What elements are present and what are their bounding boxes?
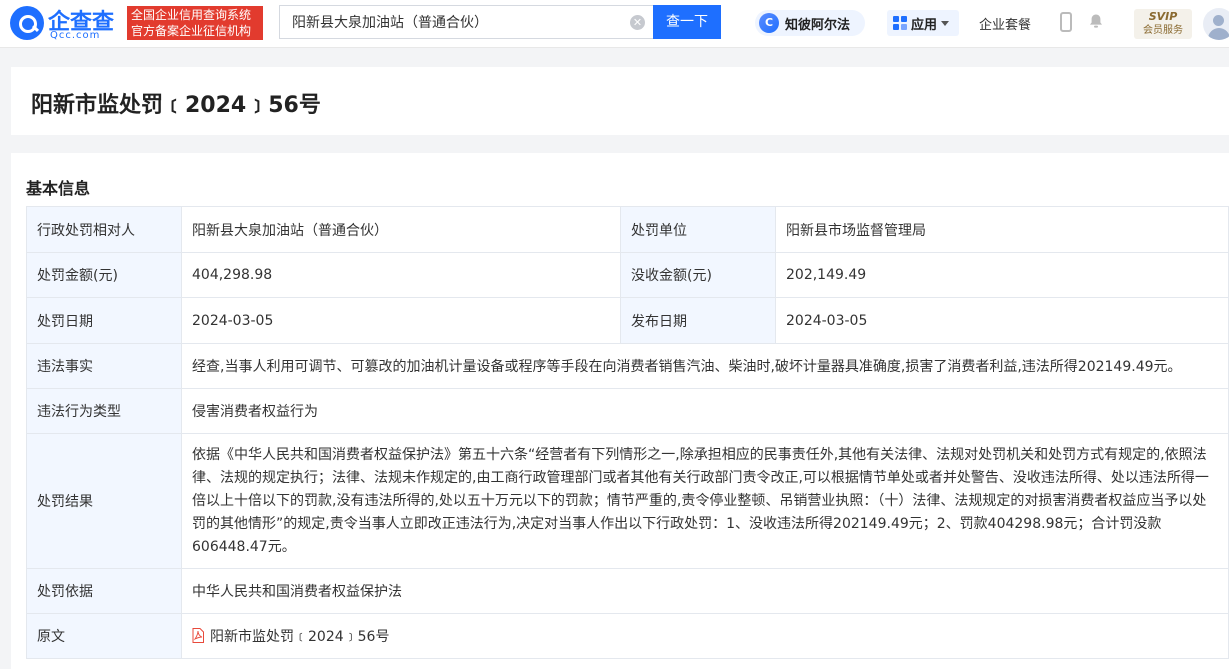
section-title: 基本信息 (26, 179, 91, 198)
enterprise-package-link[interactable]: 企业套餐 (979, 14, 1031, 33)
unit-label: 处罚单位 (620, 206, 776, 253)
apps-label: 应用 (911, 17, 938, 33)
type-label: 违法行为类型 (26, 388, 182, 434)
table-row: 处罚依据 中华人民共和国消费者权益保护法 (26, 568, 1229, 614)
result-label: 处罚结果 (26, 433, 182, 569)
original-label: 原文 (26, 613, 182, 659)
slogan-line-2: 官方备案企业征信机构 (131, 24, 252, 38)
svip-button[interactable]: SVIP 会员服务 (1134, 9, 1192, 39)
svip-label: SVIP (1148, 10, 1178, 23)
date-label: 处罚日期 (26, 297, 182, 344)
confiscate-value: 202,149.49 (775, 252, 1229, 298)
grid-icon (893, 16, 907, 30)
top-header: 企查查 Qcc.com 全国企业信用查询系统 官方备案企业征信机构 ✕ 查一下 … (0, 0, 1229, 48)
zhibi-label: 知彼阿尔法 (785, 17, 851, 33)
phone-icon[interactable] (1060, 12, 1072, 32)
publish-value: 2024-03-05 (775, 297, 1229, 344)
facts-label: 违法事实 (26, 343, 182, 389)
table-row: 违法事实 经查,当事人利用可调节、可篡改的加油机计量设备或程序等手段在向消费者销… (26, 343, 1229, 389)
basic-info-table: 行政处罚相对人 阳新县大泉加油站（普通合伙） 处罚单位 阳新县市场监督管理局 处… (26, 206, 1229, 659)
slogan-line-1: 全国企业信用查询系统 (131, 8, 252, 22)
search-input[interactable] (280, 6, 620, 38)
original-document-label: 阳新市监处罚﹝2024﹞56号 (210, 629, 390, 645)
logo-magnifier-icon (10, 6, 44, 40)
table-row: 处罚金额(元) 404,298.98 没收金额(元) 202,149.49 (26, 252, 1229, 298)
publish-label: 发布日期 (620, 297, 776, 344)
qcc-logo[interactable]: 企查查 Qcc.com (10, 6, 126, 42)
fine-label: 处罚金额(元) (26, 252, 182, 298)
logo-domain: Qcc.com (50, 30, 101, 41)
basis-label: 处罚依据 (26, 568, 182, 614)
vip-service-label: 会员服务 (1143, 25, 1183, 36)
search-button[interactable]: 查一下 (653, 5, 721, 39)
unit-value: 阳新县市场监督管理局 (775, 206, 1229, 253)
table-row: 处罚日期 2024-03-05 发布日期 2024-03-05 (26, 297, 1229, 344)
pdf-icon (192, 628, 204, 643)
search-box: ✕ (279, 5, 653, 39)
basis-value: 中华人民共和国消费者权益保护法 (181, 568, 1229, 614)
party-label: 行政处罚相对人 (26, 206, 182, 253)
bell-icon[interactable] (1088, 13, 1104, 29)
result-value: 依据《中华人民共和国消费者权益保护法》第五十六条“经营者有下列情形之一,除承担相… (181, 433, 1229, 569)
alpha-logo-icon: C (759, 13, 779, 33)
zhibi-alpha-button[interactable]: C 知彼阿尔法 (755, 10, 865, 36)
table-row: 违法行为类型 侵害消费者权益行为 (26, 388, 1229, 434)
table-row: 原文 阳新市监处罚﹝2024﹞56号 (26, 613, 1229, 659)
slogan-badge: 全国企业信用查询系统 官方备案企业征信机构 (127, 6, 263, 40)
page-title: 阳新市监处罚﹝2024﹞56号 (31, 93, 321, 118)
party-link[interactable]: 阳新县大泉加油站（普通合伙） (181, 206, 621, 253)
clear-icon[interactable]: ✕ (630, 15, 645, 30)
table-row: 行政处罚相对人 阳新县大泉加油站（普通合伙） 处罚单位 阳新县市场监督管理局 (26, 206, 1229, 253)
fine-value: 404,298.98 (181, 252, 621, 298)
original-document-link[interactable]: 阳新市监处罚﹝2024﹞56号 (181, 613, 1229, 659)
confiscate-label: 没收金额(元) (620, 252, 776, 298)
apps-menu[interactable]: 应用 (887, 10, 959, 36)
avatar[interactable] (1203, 8, 1229, 40)
basic-info-card: 基本信息 行政处罚相对人 阳新县大泉加油站（普通合伙） 处罚单位 阳新县市场监督… (11, 153, 1229, 669)
facts-value: 经查,当事人利用可调节、可篡改的加油机计量设备或程序等手段在向消费者销售汽油、柴… (181, 343, 1229, 389)
table-row: 处罚结果 依据《中华人民共和国消费者权益保护法》第五十六条“经营者有下列情形之一… (26, 433, 1229, 569)
caret-down-icon (941, 20, 950, 26)
title-card: 阳新市监处罚﹝2024﹞56号 (11, 67, 1229, 135)
type-value: 侵害消费者权益行为 (181, 388, 1229, 434)
date-value: 2024-03-05 (181, 297, 621, 344)
